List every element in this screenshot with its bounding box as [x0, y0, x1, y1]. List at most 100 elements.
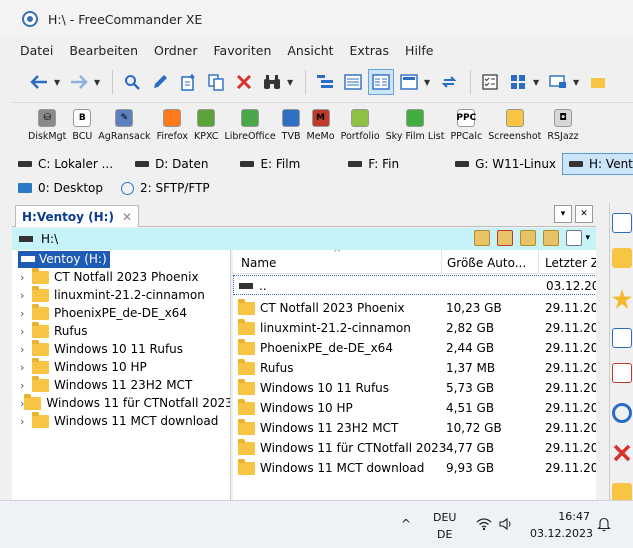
star-icon[interactable]	[612, 289, 632, 309]
search-button[interactable]	[119, 69, 145, 95]
chevron-right-icon[interactable]: ›	[20, 325, 32, 338]
column-date[interactable]: Letzter Z	[545, 256, 596, 270]
app-launcher-rsjazz[interactable]: ◘ RSJazz	[547, 109, 579, 142]
wifi-icon[interactable]	[476, 517, 492, 534]
app-launcher-tvb[interactable]: TVB	[282, 109, 301, 142]
tree-item[interactable]: › Windows 10 11 Rufus	[12, 339, 230, 358]
menu-datei[interactable]: Datei	[12, 43, 61, 58]
column-divider[interactable]	[538, 250, 539, 274]
chevron-right-icon[interactable]: ›	[20, 343, 32, 356]
screen-dropdown-icon[interactable]: ▼	[573, 78, 581, 87]
volume-icon[interactable]	[498, 517, 514, 534]
new-folder-button[interactable]	[175, 69, 201, 95]
forward-dropdown-icon[interactable]: ▼	[94, 78, 102, 87]
app-launcher-kpxc[interactable]: KPXC	[194, 109, 218, 142]
panel-tab-ventoy[interactable]: H:Ventoy (H:) ✕	[15, 205, 140, 227]
grid-button[interactable]	[505, 69, 531, 95]
tree-view-button[interactable]	[312, 69, 338, 95]
panel-menu-button[interactable]: ▾	[554, 205, 572, 223]
chevron-right-icon[interactable]: ›	[20, 415, 32, 428]
menu-bearbeiten[interactable]: Bearbeiten	[61, 43, 146, 58]
checklist-button[interactable]	[477, 69, 503, 95]
tree-item[interactable]: › linuxmint-21.2-cinnamon	[12, 285, 230, 304]
app-launcher-screenshot[interactable]: Screenshot	[488, 109, 541, 142]
column-name[interactable]: Name	[241, 256, 276, 270]
tree-item[interactable]: › PhoenixPE_de-DE_x64	[12, 303, 230, 322]
chevron-right-icon[interactable]: ›	[20, 379, 32, 392]
chevron-right-icon[interactable]: ›	[20, 307, 32, 320]
grid-dropdown-icon[interactable]: ▼	[533, 78, 541, 87]
file-row[interactable]: Windows 11 MCT download 9,93 GB 29.11.20	[233, 458, 596, 478]
tree-item[interactable]: › Rufus	[12, 321, 230, 340]
favorite-folder-icon[interactable]	[497, 230, 514, 246]
input-language[interactable]: DEU DE	[433, 509, 456, 543]
app-launcher-libreoffice[interactable]: LibreOffice	[224, 109, 276, 142]
tree-item[interactable]: › Windows 11 23H2 MCT	[12, 375, 230, 394]
drive-g[interactable]: G: W11-Linux	[449, 153, 562, 175]
app-launcher-firefox[interactable]: Firefox	[157, 109, 188, 142]
file-row[interactable]: Windows 10 HP 4,51 GB 29.11.20	[233, 398, 596, 418]
filter-icon[interactable]	[566, 230, 583, 246]
parent-dir-row[interactable]: .. 03.12.20	[233, 275, 596, 295]
menu-ansicht[interactable]: Ansicht	[279, 43, 341, 58]
details-view-button[interactable]	[340, 69, 366, 95]
file-row[interactable]: linuxmint-21.2-cinnamon 2,82 GB 29.11.20	[233, 318, 596, 338]
drive-h[interactable]: H: Ventoy	[562, 153, 633, 175]
preview-view-button[interactable]	[396, 69, 422, 95]
tree-item[interactable]: › Windows 11 MCT download	[12, 411, 230, 430]
app-launcher-portfolio[interactable]: Portfolio	[341, 109, 380, 142]
view-dropdown-icon[interactable]: ▼	[424, 78, 432, 87]
menu-ordner[interactable]: Ordner	[146, 43, 205, 58]
list-view-button[interactable]	[368, 69, 394, 95]
drive-sftp[interactable]: 2: SFTP/FTP	[115, 177, 216, 199]
drive-desktop[interactable]: 0: Desktop	[12, 177, 109, 199]
document-icon[interactable]	[612, 213, 632, 233]
path-dropdown-icon[interactable]: ▾	[585, 233, 590, 246]
file-row[interactable]: CT Notfall 2023 Phoenix 10,23 GB 29.11.20	[233, 298, 596, 318]
parent-folder-icon[interactable]	[520, 230, 537, 246]
find-dropdown-icon[interactable]: ▼	[287, 78, 295, 87]
tree-item[interactable]: › Windows 10 HP	[12, 357, 230, 376]
file-row[interactable]: Windows 10 11 Rufus 5,73 GB 29.11.20	[233, 378, 596, 398]
chevron-right-icon[interactable]: ›	[20, 289, 32, 302]
drive-c[interactable]: C: Lokaler ...	[12, 153, 119, 175]
menu-hilfe[interactable]: Hilfe	[397, 43, 441, 58]
tree-item[interactable]: › Windows 11 für CTNotfall 2023	[12, 393, 230, 412]
history-folder-icon[interactable]	[474, 230, 491, 246]
tab-close-icon[interactable]: ✕	[122, 210, 132, 224]
file-row[interactable]: PhoenixPE_de-DE_x64 2,44 GB 29.11.20	[233, 338, 596, 358]
screen-button[interactable]	[545, 69, 571, 95]
sync-button[interactable]	[436, 69, 462, 95]
app-launcher-agransack[interactable]: ✎ AgRansack	[98, 109, 151, 142]
move-icon[interactable]	[612, 363, 632, 383]
delete-button[interactable]	[231, 69, 257, 95]
panel-close-button[interactable]: ✕	[575, 205, 593, 223]
app-launcher-diskmgt[interactable]: ⛁ DiskMgt	[28, 109, 66, 142]
column-size[interactable]: Größe Auto...	[447, 256, 526, 270]
search-icon[interactable]	[612, 403, 632, 423]
root-folder-icon[interactable]	[543, 230, 560, 246]
drive-f[interactable]: F: Fin	[342, 153, 405, 175]
system-clock[interactable]: 16:47 03.12.2023	[530, 508, 593, 542]
back-button[interactable]	[26, 69, 52, 95]
menu-extras[interactable]: Extras	[342, 43, 398, 58]
notification-bell-icon[interactable]	[597, 516, 611, 535]
menu-favoriten[interactable]: Favoriten	[206, 43, 280, 58]
chevron-right-icon[interactable]: ›	[20, 271, 32, 284]
column-divider[interactable]	[441, 250, 442, 274]
app-launcher-bcu[interactable]: B BCU	[72, 109, 92, 142]
edit-button[interactable]	[147, 69, 173, 95]
tree-item[interactable]: › CT Notfall 2023 Phoenix	[12, 267, 230, 286]
app-launcher-sky-film-list[interactable]: Sky Film List	[386, 109, 444, 142]
path-bar[interactable]: H:\ ▾	[12, 228, 596, 250]
back-dropdown-icon[interactable]: ▼	[54, 78, 62, 87]
app-launcher-memo[interactable]: M MeMo	[307, 109, 335, 142]
copy-icon[interactable]	[612, 328, 632, 348]
file-row[interactable]: Windows 11 23H2 MCT 10,72 GB 29.11.20	[233, 418, 596, 438]
app-launcher-ppcalc[interactable]: PPC PPCalc	[450, 109, 482, 142]
chevron-right-icon[interactable]: ›	[20, 361, 32, 374]
copy-button[interactable]	[203, 69, 229, 95]
drive-e[interactable]: E: Film	[234, 153, 306, 175]
show-hidden-icons-chevron[interactable]: ^	[401, 517, 411, 531]
misc-button[interactable]	[585, 69, 611, 95]
